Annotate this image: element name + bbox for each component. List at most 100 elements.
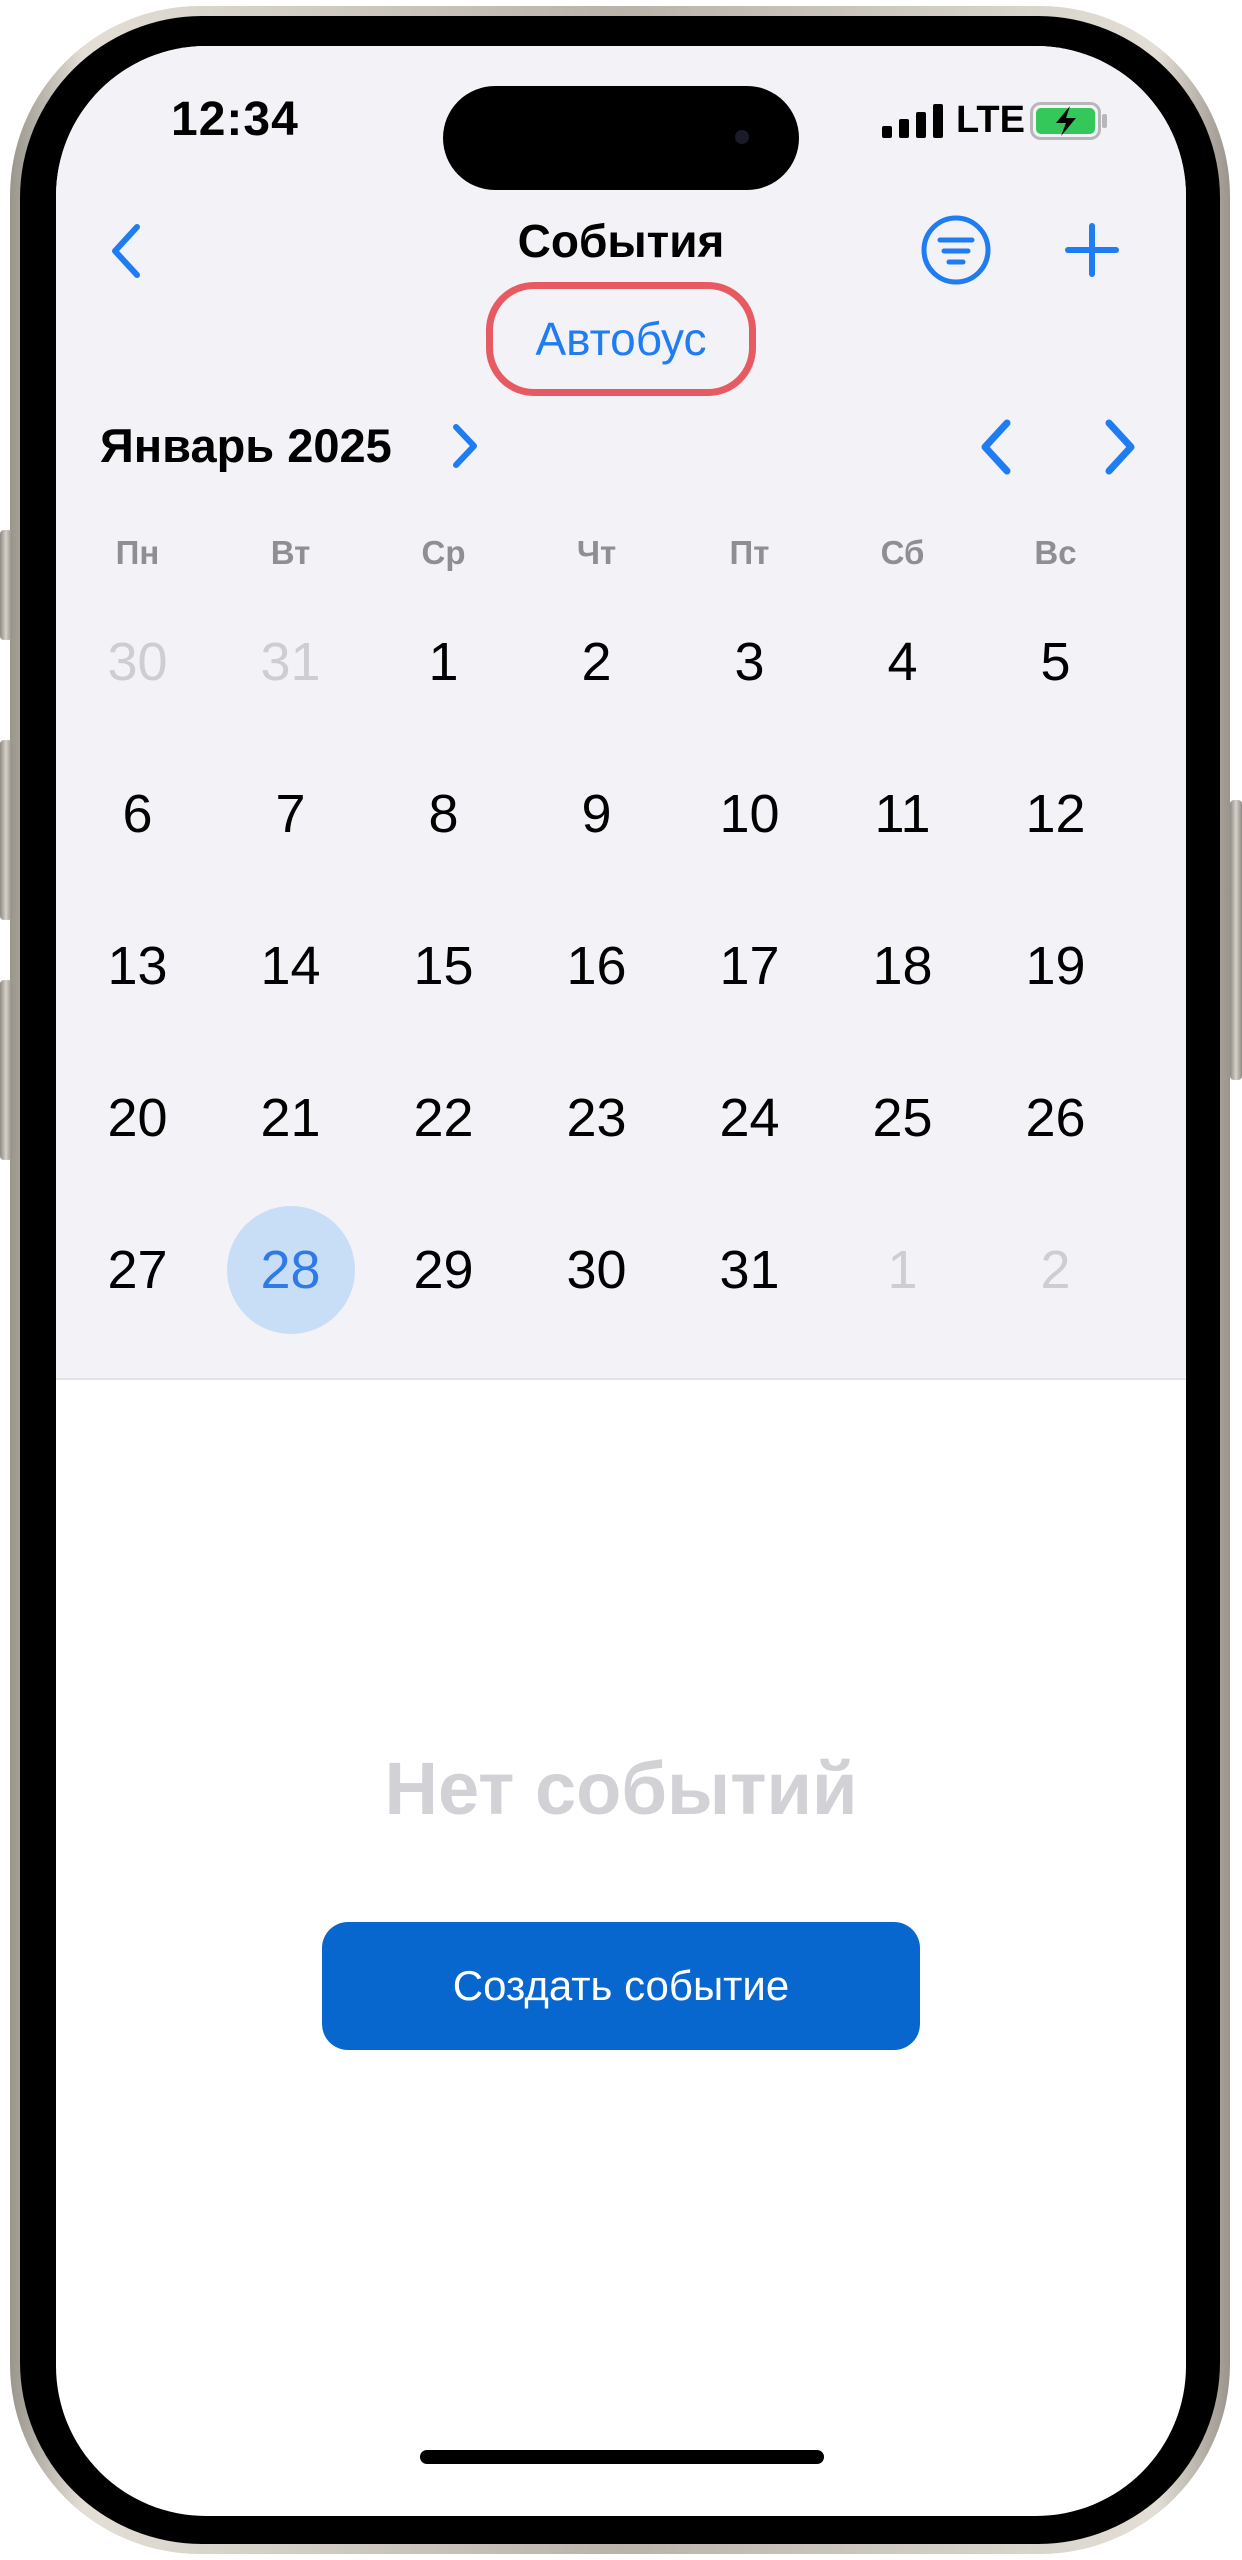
- day-number: 26: [1025, 1088, 1086, 1148]
- network-type: LTE: [956, 99, 1025, 141]
- calendar-day[interactable]: 11: [826, 738, 979, 890]
- plus-icon: [1065, 223, 1119, 277]
- day-number: 12: [1025, 784, 1086, 844]
- calendar-day[interactable]: 8: [367, 738, 520, 890]
- chevron-right-icon: [453, 424, 477, 468]
- calendar-day[interactable]: 20: [61, 1042, 214, 1194]
- calendar-day[interactable]: 30: [61, 586, 214, 738]
- day-number: 18: [872, 936, 933, 996]
- weekday-label: Ср: [421, 534, 466, 571]
- calendar-day-selected[interactable]: 28: [214, 1194, 367, 1346]
- screen: 12:34 LTE События Автобус Январь 2025 Пн…: [56, 46, 1186, 2516]
- day-number: 1: [428, 632, 459, 692]
- day-number: 30: [107, 632, 168, 692]
- day-number: 2: [1040, 1240, 1071, 1300]
- day-number: 13: [107, 936, 168, 996]
- calendar-day[interactable]: 2: [520, 586, 673, 738]
- calendar-day[interactable]: 13: [61, 890, 214, 1042]
- weekday-label: Чт: [576, 534, 617, 571]
- page-title: События: [517, 215, 725, 267]
- calendar-day[interactable]: 30: [520, 1194, 673, 1346]
- day-number: 21: [260, 1088, 321, 1148]
- day-number: 28: [226, 1206, 355, 1334]
- day-number: 3: [734, 632, 765, 692]
- day-number: 22: [413, 1088, 474, 1148]
- day-number: 29: [413, 1240, 474, 1300]
- day-number: 16: [566, 936, 627, 996]
- weekday-header: Пн Вт Ср Чт Пт Сб Вс: [61, 534, 1132, 572]
- volume-down-button: [0, 980, 12, 1160]
- day-number: 17: [719, 936, 780, 996]
- calendar-day[interactable]: 23: [520, 1042, 673, 1194]
- weekday-label: Пт: [729, 534, 770, 571]
- day-number: 7: [275, 784, 306, 844]
- calendar-day[interactable]: 22: [367, 1042, 520, 1194]
- dynamic-island: [443, 86, 799, 190]
- camera-icon: [735, 130, 749, 144]
- day-number: 9: [581, 784, 612, 844]
- weekday-label: Сб: [880, 534, 925, 571]
- day-number: 20: [107, 1088, 168, 1148]
- calendar-day[interactable]: 31: [673, 1194, 826, 1346]
- day-number: 25: [872, 1088, 933, 1148]
- calendar-day[interactable]: 24: [673, 1042, 826, 1194]
- calendar-day[interactable]: 14: [214, 890, 367, 1042]
- calendar-day[interactable]: 19: [979, 890, 1132, 1042]
- calendar-day[interactable]: 9: [520, 738, 673, 890]
- calendar-grid: 30 31 1 2 3 4 5 6 7 8 9 10 11 12 13 14 15 16 17 18 19 20 21 22 2…: [61, 586, 1132, 1346]
- home-indicator[interactable]: [420, 2450, 824, 2464]
- calendar-day[interactable]: 1: [826, 1194, 979, 1346]
- empty-state-message: Нет событий: [384, 1747, 858, 1830]
- filter-button[interactable]: [916, 210, 996, 290]
- day-number: 24: [719, 1088, 780, 1148]
- day-number: 23: [566, 1088, 627, 1148]
- chevron-left-icon: [981, 419, 1011, 475]
- day-number: 4: [887, 632, 918, 692]
- calendar-day[interactable]: 17: [673, 890, 826, 1042]
- day-number: 1: [887, 1240, 918, 1300]
- weekday-label: Вт: [270, 534, 311, 571]
- status-time: 12:34: [171, 93, 299, 146]
- day-number: 2: [581, 632, 612, 692]
- calendar-day[interactable]: 10: [673, 738, 826, 890]
- battery-charging-icon: [1030, 102, 1107, 140]
- calendar-day[interactable]: 26: [979, 1042, 1132, 1194]
- calendar-day[interactable]: 15: [367, 890, 520, 1042]
- calendar-day[interactable]: 21: [214, 1042, 367, 1194]
- weekday-label: Пн: [115, 534, 160, 571]
- month-title[interactable]: Январь 2025: [100, 418, 392, 473]
- day-number: 10: [719, 784, 780, 844]
- create-event-button[interactable]: Создать событие: [322, 1922, 920, 2050]
- add-event-button[interactable]: [1054, 210, 1130, 290]
- previous-month-button[interactable]: [966, 412, 1026, 482]
- calendar-day[interactable]: 29: [367, 1194, 520, 1346]
- calendar-day[interactable]: 6: [61, 738, 214, 890]
- day-number: 30: [566, 1240, 627, 1300]
- calendar-day[interactable]: 25: [826, 1042, 979, 1194]
- calendar-day[interactable]: 4: [826, 586, 979, 738]
- day-number: 8: [428, 784, 459, 844]
- calendar-day[interactable]: 7: [214, 738, 367, 890]
- calendar-day[interactable]: 27: [61, 1194, 214, 1346]
- signal-bars-icon: [882, 104, 943, 138]
- next-month-button[interactable]: [1090, 412, 1150, 482]
- calendar-day[interactable]: 16: [520, 890, 673, 1042]
- calendar-day[interactable]: 12: [979, 738, 1132, 890]
- calendar-day[interactable]: 31: [214, 586, 367, 738]
- power-button: [1230, 800, 1242, 1080]
- category-selector[interactable]: Автобус: [486, 282, 756, 396]
- filter-lines-icon: [921, 215, 991, 285]
- calendar-day[interactable]: 5: [979, 586, 1132, 738]
- day-number: 19: [1025, 936, 1086, 996]
- month-picker-button[interactable]: [440, 416, 490, 476]
- weekday-label: Вс: [1034, 534, 1077, 571]
- calendar-day[interactable]: 2: [979, 1194, 1132, 1346]
- calendar-day[interactable]: 1: [367, 586, 520, 738]
- action-button: [0, 530, 12, 640]
- calendar-day[interactable]: 3: [673, 586, 826, 738]
- day-number: 31: [719, 1240, 780, 1300]
- day-number: 14: [260, 936, 321, 996]
- calendar-day[interactable]: 18: [826, 890, 979, 1042]
- day-number: 5: [1040, 632, 1071, 692]
- day-number: 31: [260, 632, 321, 692]
